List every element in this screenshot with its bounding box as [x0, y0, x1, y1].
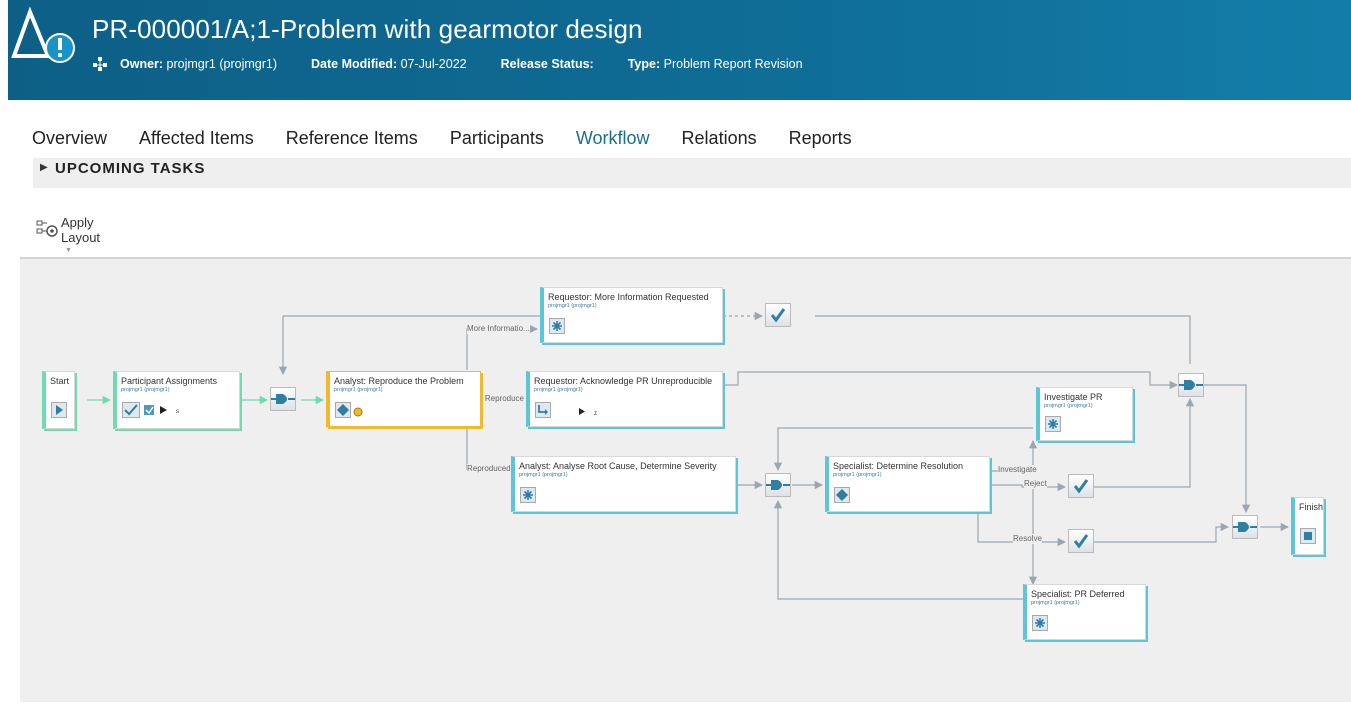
connector-moreinfo-loop	[815, 315, 1191, 364]
problem-report-logo-icon	[11, 6, 75, 63]
owner-value: projmgr1 (projmgr1)	[166, 57, 277, 71]
apply-layout-button[interactable]: Apply Layout ▼	[35, 215, 111, 254]
node-count: z	[594, 411, 597, 417]
node-title: Requestor: Acknowledge PR Unreproducible	[534, 376, 713, 386]
workflow-node-pr-deferred[interactable]: Specialist: PR Deferred projmgr1 (projmg…	[1023, 584, 1146, 640]
type-field: Type: Problem Report Revision	[628, 57, 803, 71]
workflow-node-finish[interactable]: Finish	[1291, 497, 1324, 555]
connector-acknowledge-gate	[723, 371, 1179, 390]
join-gate-icon[interactable]	[1232, 515, 1258, 539]
tab-participants[interactable]: Participants	[450, 128, 544, 149]
edge-label-reproduced: Reproduced	[467, 464, 511, 474]
workflow-node-start[interactable]: Start	[42, 371, 75, 429]
tab-reference-items[interactable]: Reference Items	[286, 128, 418, 149]
complete-check-icon[interactable]	[1068, 474, 1094, 498]
edge-label-cannot-reproduce: Cannot Reproduce	[474, 394, 524, 404]
node-owner: projmgr1 (projmgr1)	[1044, 403, 1093, 409]
node-owner: projmgr1 (projmgr1)	[534, 387, 583, 393]
workflow-node-reproduce-problem[interactable]: Analyst: Reproduce the Problem projmgr1 …	[326, 371, 481, 427]
connector-reproduce-analyse	[466, 429, 510, 474]
return-arrow-icon	[535, 402, 585, 418]
node-owner: projmgr1 (projmgr1)	[121, 387, 170, 393]
date-modified-label: Date Modified:	[311, 57, 398, 71]
apply-layout-label: Apply Layout	[61, 215, 101, 245]
connector-deferred-gate2	[773, 499, 1023, 600]
header-metadata: Owner: projmgr1 (projmgr1) Date Modified…	[92, 56, 837, 72]
expand-caret-icon[interactable]: ▶	[40, 162, 48, 173]
workflow-node-acknowledge-unreproducible[interactable]: Requestor: Acknowledge PR Unreproducible…	[526, 371, 723, 427]
node-owner: projmgr1 (projmgr1)	[334, 387, 383, 393]
date-modified-value: 07-Jul-2022	[400, 57, 467, 71]
task-star-icon	[1032, 615, 1048, 631]
workflow-canvas[interactable]: More Informatio... Cannot Reproduce Repr…	[20, 257, 1351, 702]
node-title: Specialist: PR Deferred	[1031, 589, 1125, 599]
complete-check-icon[interactable]	[765, 303, 791, 327]
play-icon	[51, 402, 67, 418]
task-star-icon	[549, 318, 565, 334]
type-label: Type:	[627, 57, 661, 71]
connector-resolve-gate3	[1094, 522, 1230, 543]
owner-field: Owner: projmgr1 (projmgr1)	[120, 57, 277, 71]
upcoming-tasks-section[interactable]: ▶ UPCOMING TASKS	[33, 158, 1351, 188]
tab-relations[interactable]: Relations	[682, 128, 757, 149]
connector-reproduce-moreinfo	[466, 324, 539, 370]
node-title: Participant Assignments	[121, 376, 218, 386]
node-title: Start	[50, 376, 70, 386]
workflow-node-investigate-pr[interactable]: Investigate PR projmgr1 (projmgr1)	[1036, 387, 1133, 441]
release-status-label: Release Status:	[500, 57, 594, 71]
type-value: Problem Report Revision	[663, 57, 803, 71]
tab-workflow[interactable]: Workflow	[571, 128, 654, 160]
edge-label-more-info: More Informatio...	[467, 324, 530, 334]
workflow-node-more-information[interactable]: Requestor: More Information Requested pr…	[540, 287, 723, 343]
workflow-node-determine-resolution[interactable]: Specialist: Determine Resolution projmgr…	[825, 456, 990, 512]
join-gate-icon[interactable]	[270, 387, 296, 411]
node-title: Investigate PR	[1044, 392, 1103, 402]
node-title: Finish	[1299, 502, 1324, 512]
date-modified-field: Date Modified: 07-Jul-2022	[311, 57, 467, 71]
checkbox-icon	[122, 402, 167, 418]
edge-label-reject: Reject	[1024, 479, 1047, 489]
stop-icon	[1300, 528, 1316, 544]
edge-label-investigate: Investigate	[998, 465, 1037, 475]
join-gate-icon[interactable]	[1178, 373, 1204, 397]
complete-check-icon[interactable]	[1068, 529, 1094, 553]
connector-topgate-gate3	[1204, 384, 1251, 514]
workflow-node-analyse-root-cause[interactable]: Analyst: Analyse Root Cause, Determine S…	[511, 456, 736, 512]
task-star-icon	[1045, 416, 1061, 432]
task-diamond-icon	[834, 487, 850, 503]
edge-label-resolve: Resolve	[1013, 534, 1042, 544]
owner-label: Owner:	[120, 57, 164, 71]
dropdown-caret-icon[interactable]: ▼	[65, 247, 72, 254]
node-owner: projmgr1 (projmgr1)	[548, 303, 597, 309]
node-owner: projmgr1 (projmgr1)	[833, 472, 882, 478]
task-star-icon	[520, 487, 536, 503]
upcoming-tasks-label: UPCOMING TASKS	[55, 160, 206, 177]
node-title: Specialist: Determine Resolution	[833, 461, 964, 471]
node-title: Requestor: More Information Requested	[548, 292, 709, 302]
page-title: PR-000001/A;1-Problem with gearmotor des…	[92, 14, 643, 44]
node-owner: projmgr1 (projmgr1)	[519, 472, 568, 478]
node-count: s	[176, 409, 179, 415]
workflow-node-participant-assignments[interactable]: Participant Assignments projmgr1 (projmg…	[113, 371, 240, 429]
tab-reports[interactable]: Reports	[789, 128, 852, 149]
apply-layout-icon	[36, 220, 58, 237]
node-owner: projmgr1 (projmgr1)	[1031, 600, 1080, 606]
page-header: PR-000001/A;1-Problem with gearmotor des…	[8, 0, 1351, 100]
structure-icon	[93, 57, 107, 71]
release-status-field: Release Status:	[501, 57, 594, 71]
join-gate-icon[interactable]	[765, 473, 791, 497]
node-title: Analyst: Reproduce the Problem	[334, 376, 464, 386]
tab-affected-items[interactable]: Affected Items	[139, 128, 254, 149]
tab-overview[interactable]: Overview	[32, 128, 107, 149]
node-title: Analyst: Analyse Root Cause, Determine S…	[519, 461, 717, 471]
task-diamond-icon	[335, 402, 363, 418]
tab-bar: Overview Affected Items Reference Items …	[32, 128, 884, 160]
